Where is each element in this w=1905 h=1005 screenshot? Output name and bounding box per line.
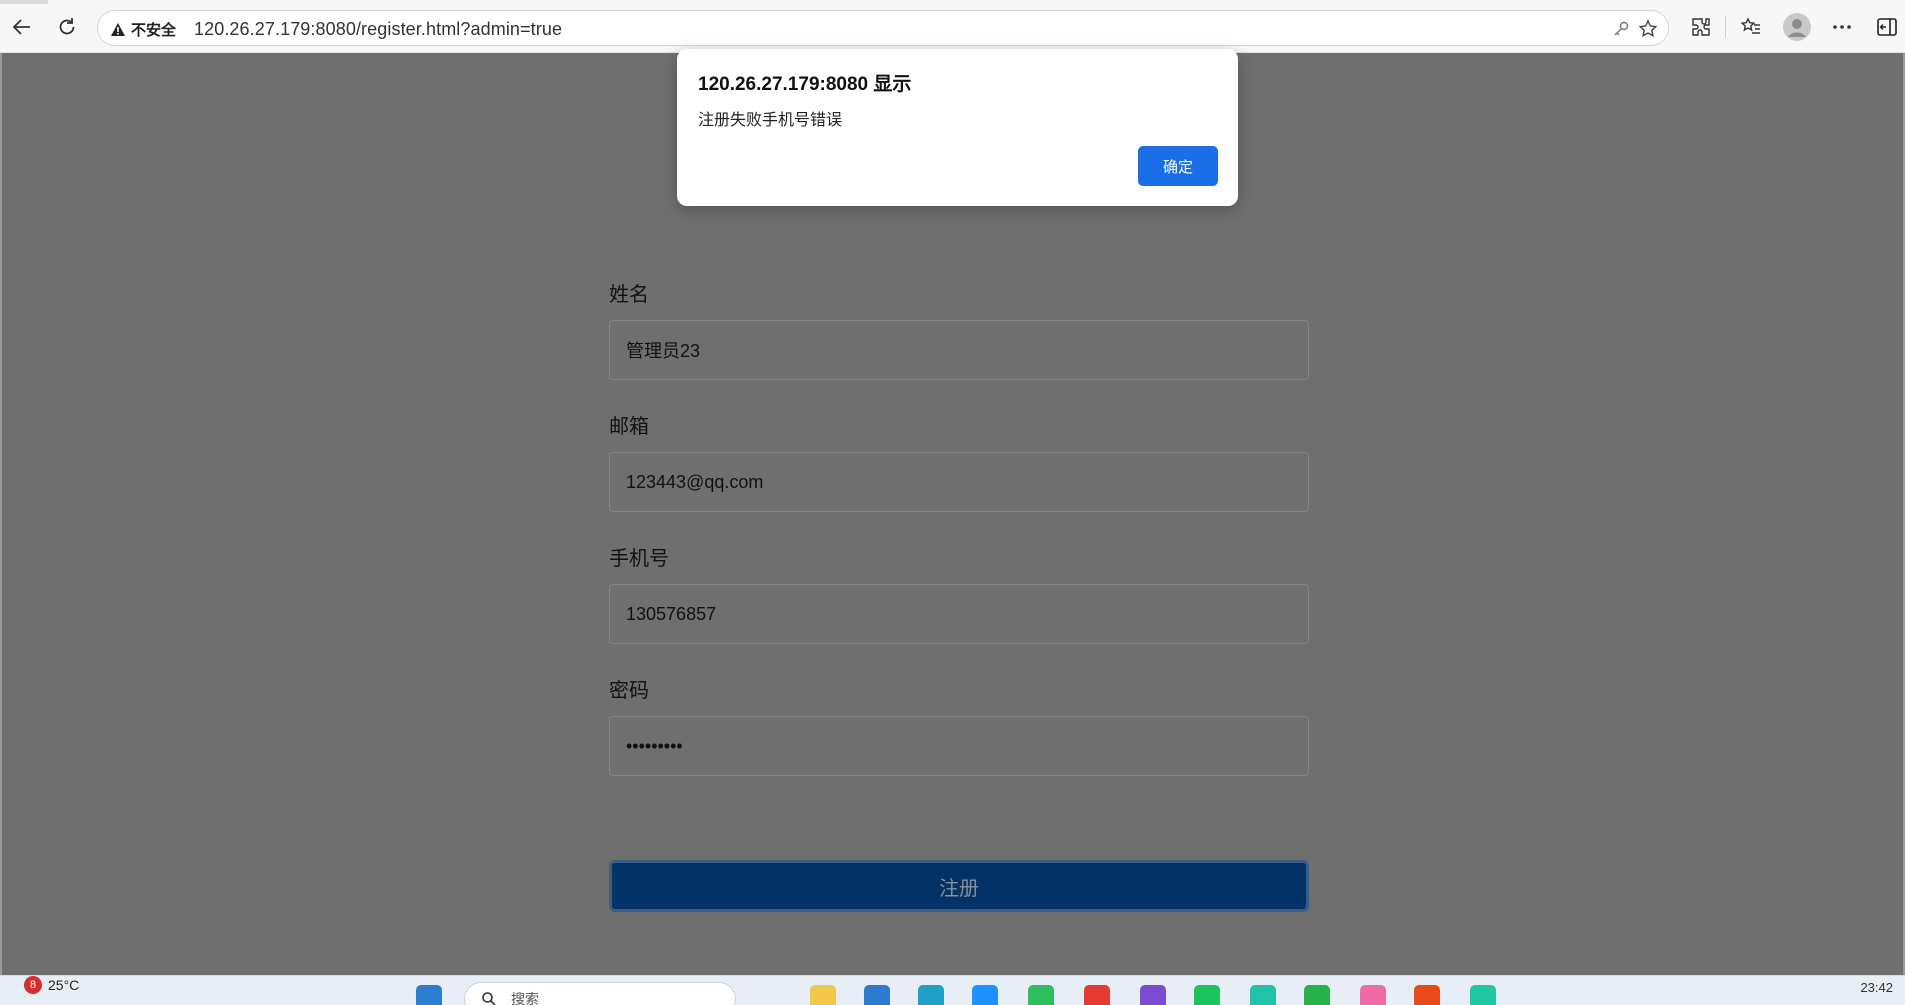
favorites-list-icon[interactable] [1736,12,1766,42]
address-bar[interactable]: 不安全 120.26.27.179:8080/register.html?adm… [97,10,1669,46]
toolbar-divider [1725,16,1726,38]
dialog-title: 120.26.27.179:8080 显示 [698,74,912,95]
file-explorer-icon[interactable] [810,985,836,1005]
extensions-icon[interactable] [1686,12,1716,42]
search-icon [482,992,496,1005]
app-purple-icon[interactable] [1140,985,1166,1005]
edge-icon[interactable] [918,985,944,1005]
taskbar-search[interactable]: 搜索 [464,982,736,1005]
app-green-icon[interactable] [1028,985,1054,1005]
favorite-star-icon[interactable] [1636,17,1660,41]
phone-label: 手机号 [609,548,669,570]
app-orange-icon[interactable] [1414,985,1440,1005]
reload-icon [59,18,75,35]
tab-strip-fragment [0,0,48,4]
app-pink-icon[interactable] [1360,985,1386,1005]
back-arrow-icon [12,19,30,35]
task-view-icon[interactable] [755,985,781,1005]
search-placeholder: 搜索 [511,991,539,1005]
password-label: 密码 [609,680,649,702]
dialog-ok-button[interactable]: 确定 [1138,146,1218,186]
email-label: 邮箱 [609,416,649,438]
taskbar: 8 25°C 搜索 23:42 [0,975,1905,1005]
url-text[interactable]: 120.26.27.179:8080/register.html?admin=t… [194,19,562,40]
more-menu-icon[interactable] [1827,12,1857,42]
sidebar-toggle-icon[interactable] [1872,12,1902,42]
weather-widget[interactable]: 8 25°C [24,976,79,994]
start-menu-icon[interactable] [416,985,442,1005]
password-input[interactable]: ••••••••• [609,716,1309,776]
taskbar-clock[interactable]: 23:42 [1860,980,1893,995]
register-button[interactable]: 注册 [609,860,1309,912]
back-button[interactable] [6,11,38,43]
app-green-2-icon[interactable] [1304,985,1330,1005]
app-teal-2-icon[interactable] [1470,985,1496,1005]
dialog-message: 注册失败手机号错误 [698,112,843,129]
password-key-icon[interactable] [1609,17,1633,41]
vscode-icon[interactable] [864,985,890,1005]
app-teal-icon[interactable] [1250,985,1276,1005]
temperature-text: 25°C [48,977,80,993]
notification-badge: 8 [24,976,42,994]
name-input[interactable]: 管理员23 [609,320,1309,380]
security-label: 不安全 [131,22,177,39]
warning-icon [111,22,125,36]
reload-button[interactable] [51,11,83,43]
wechat-icon[interactable] [1194,985,1220,1005]
alert-dialog: 120.26.27.179:8080 显示 注册失败手机号错误 确定 [677,49,1238,206]
profile-avatar-icon[interactable] [1782,12,1812,42]
app-red-icon[interactable] [1084,985,1110,1005]
browser-toolbar: 不安全 120.26.27.179:8080/register.html?adm… [0,0,1905,53]
browser-app-icon[interactable] [972,985,998,1005]
email-input[interactable]: 123443@qq.com [609,452,1309,512]
phone-input[interactable]: 130576857 [609,584,1309,644]
name-label: 姓名 [609,284,649,306]
security-indicator[interactable]: 不安全 [110,19,176,40]
